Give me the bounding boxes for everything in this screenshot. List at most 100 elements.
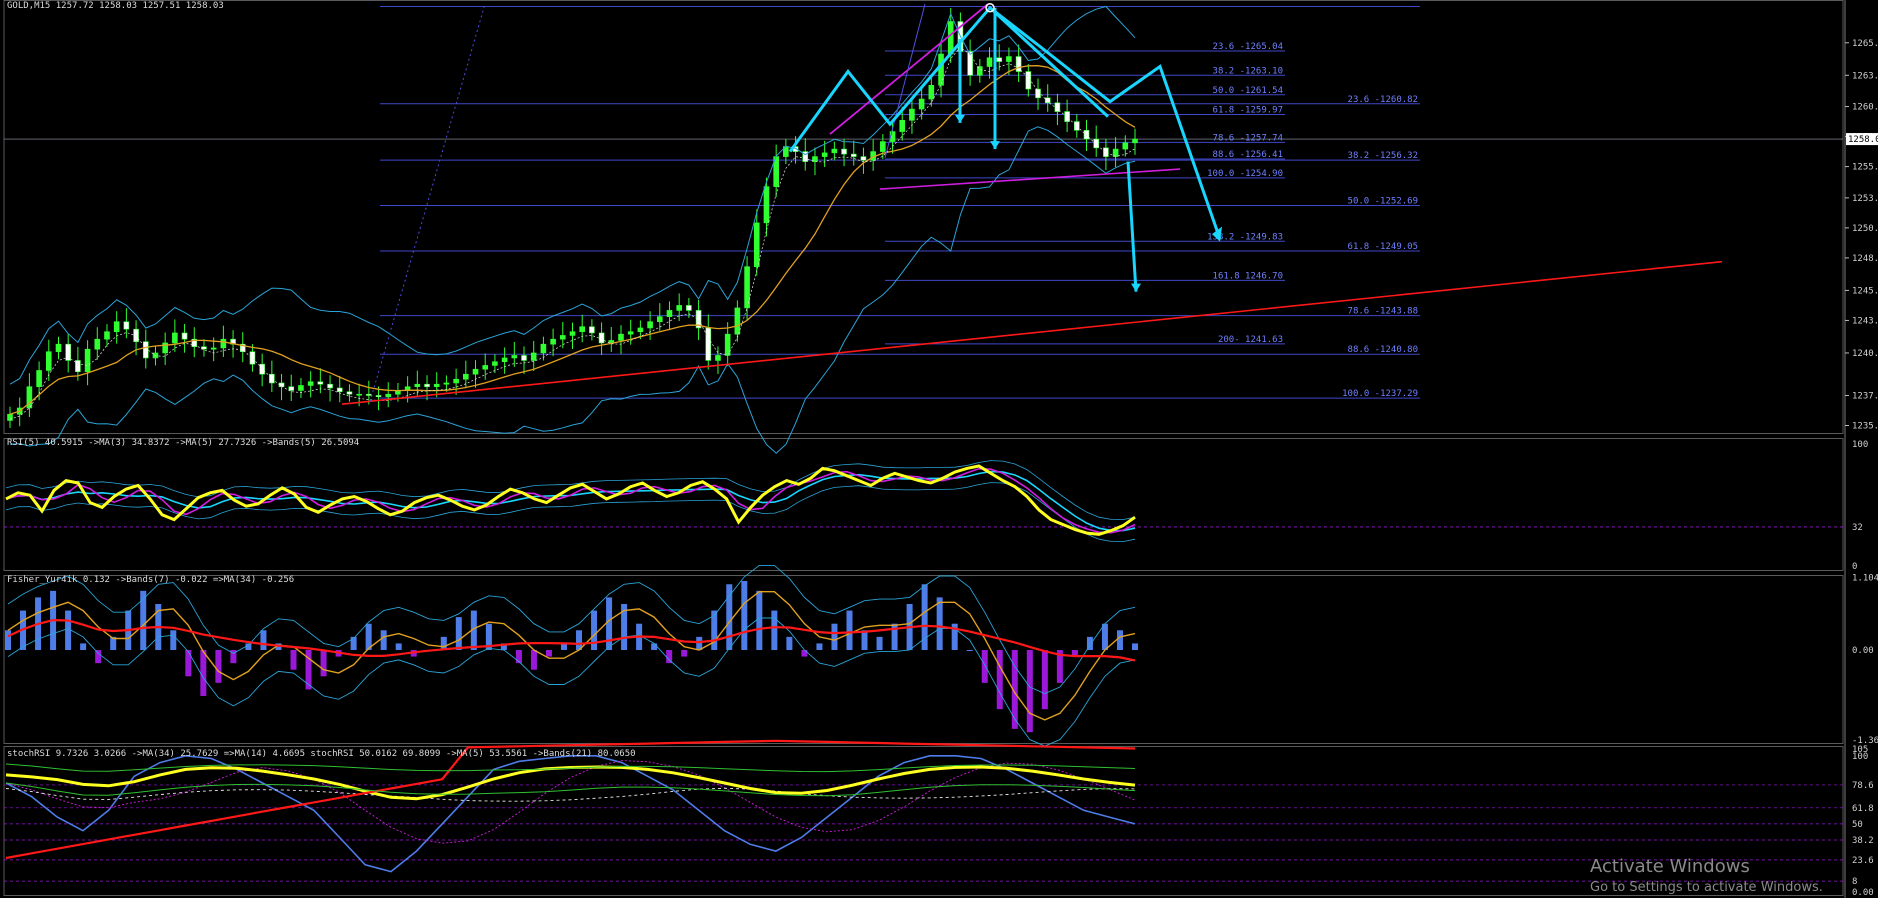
fisher-histogram-bar — [966, 650, 973, 651]
candle-body — [181, 332, 188, 340]
candle-body — [618, 333, 624, 341]
stoch-axis-label: 8 — [1852, 877, 1857, 887]
candle-body — [841, 148, 847, 155]
fisher-histogram-bar — [455, 617, 462, 650]
candle-body — [75, 360, 81, 373]
fib-level-label: 61.8 -1259.97 — [1213, 105, 1283, 115]
fisher-axis-label: 1.104 — [1852, 573, 1878, 583]
candle-body — [336, 387, 343, 393]
fisher-histogram-bar — [140, 590, 147, 650]
candle-body — [356, 393, 362, 396]
fisher-histogram-bar — [741, 580, 748, 650]
symbol-label: GOLD,M15 1257.72 1258.03 1257.51 1258.03 — [7, 1, 224, 11]
fisher-histogram-bar — [981, 650, 988, 683]
fisher-histogram-bar — [756, 590, 763, 650]
fib-level-label: 78.6 -1257.74 — [1213, 133, 1283, 143]
candle-body — [1083, 130, 1090, 140]
fisher-histogram-bar — [215, 650, 222, 683]
price-tick-label: 1243.5 — [1852, 316, 1878, 326]
rsi-axis-label: 0 — [1852, 562, 1857, 572]
fisher-histogram-bar — [320, 650, 327, 677]
candle-body — [977, 66, 983, 76]
candle-body — [763, 186, 770, 224]
candle-body — [821, 152, 828, 157]
fisher-histogram-bar — [876, 636, 883, 650]
candle-body — [1015, 56, 1022, 72]
fisher-histogram-bar — [996, 650, 1003, 710]
fisher-histogram-bar — [1116, 630, 1123, 650]
price-tick-label: 1248.5 — [1852, 254, 1878, 264]
fisher-histogram-bar — [1132, 643, 1138, 650]
candle-body — [385, 393, 392, 398]
price-tick-label: 1253.3 — [1852, 194, 1878, 204]
fisher-histogram-bar — [1101, 623, 1108, 650]
fib-level-label: 200- 1241.63 — [1218, 335, 1283, 345]
candle-body — [521, 355, 527, 361]
fisher-histogram-bar — [95, 650, 102, 664]
candle-body — [123, 321, 130, 330]
panel-frame — [3, 0, 1844, 434]
fib-level-label: 100.0 -1254.90 — [1207, 169, 1283, 179]
fisher-histogram-bar — [801, 650, 808, 657]
fib-level-label: 61.8 -1249.05 — [1348, 242, 1418, 252]
candle-body — [705, 327, 712, 361]
fisher-label: Fisher_Yur4ik 0.132 ->Bands(7) -0.022 =>… — [7, 575, 295, 585]
candle-body — [366, 393, 372, 396]
price-tick-label: 1265.7 — [1852, 39, 1878, 49]
price-tick-label: 1245.9 — [1852, 286, 1878, 296]
cyan-arrow-head — [1131, 283, 1141, 292]
candle-body — [84, 348, 91, 373]
candle-body — [1112, 148, 1119, 157]
candle-body — [249, 351, 256, 365]
candle-body — [424, 383, 430, 388]
stoch-axis-label: 38.2 — [1852, 836, 1874, 846]
fib-level-label: 88.6 -1240.80 — [1348, 345, 1418, 355]
fisher-histogram-bar — [786, 636, 793, 650]
candle-body — [938, 53, 944, 86]
candle-body — [1074, 121, 1080, 131]
candle-body — [715, 355, 721, 361]
candle-body — [317, 381, 324, 385]
candle-body — [918, 98, 925, 110]
stoch-axis-label: 23.6 — [1852, 856, 1874, 866]
candle-body — [433, 383, 440, 388]
candle-body — [220, 338, 227, 349]
candle-body — [501, 357, 508, 363]
fisher-histogram-bar — [545, 650, 552, 657]
current-price-label: 1258.0 — [1848, 135, 1878, 145]
fisher-histogram-bar — [936, 597, 943, 650]
fisher-histogram-bar — [5, 630, 11, 650]
candle-body — [530, 352, 537, 361]
candle-body — [860, 156, 867, 161]
rsi-ma3 — [5, 467, 1136, 534]
candle-body — [259, 363, 265, 375]
candle-body — [540, 343, 547, 354]
bollinger-lower — [9, 126, 1136, 454]
fisher-band-lower — [7, 617, 1136, 747]
candle-body — [172, 332, 178, 344]
candle-body — [986, 57, 993, 67]
candle-body — [307, 381, 314, 386]
price-tick-label: 1235.1 — [1852, 421, 1878, 431]
candle-body — [327, 383, 333, 389]
fisher-histogram-bar — [726, 584, 733, 650]
candle-body — [656, 316, 663, 322]
cyan-pattern-line — [788, 5, 1222, 240]
price-tick-label: 1237.5 — [1852, 391, 1878, 401]
candle-body — [676, 305, 682, 311]
price-tick-label: 1240.9 — [1852, 349, 1878, 359]
rsi-ma5 — [5, 470, 1136, 532]
fisher-histogram-bar — [861, 630, 868, 650]
panel-frame — [3, 746, 1844, 896]
fisher-histogram-bar — [260, 630, 267, 650]
candle-body — [375, 395, 382, 398]
candle-body — [928, 84, 935, 100]
candle-body — [647, 321, 653, 329]
candle-body — [550, 338, 556, 345]
fisher-histogram-bar — [395, 643, 402, 650]
candle-body — [1093, 138, 1100, 149]
candle-body — [1044, 97, 1051, 104]
fib-level-label: 38.2 -1256.32 — [1348, 151, 1418, 161]
candle-body — [104, 331, 110, 340]
candle-body — [55, 343, 62, 353]
